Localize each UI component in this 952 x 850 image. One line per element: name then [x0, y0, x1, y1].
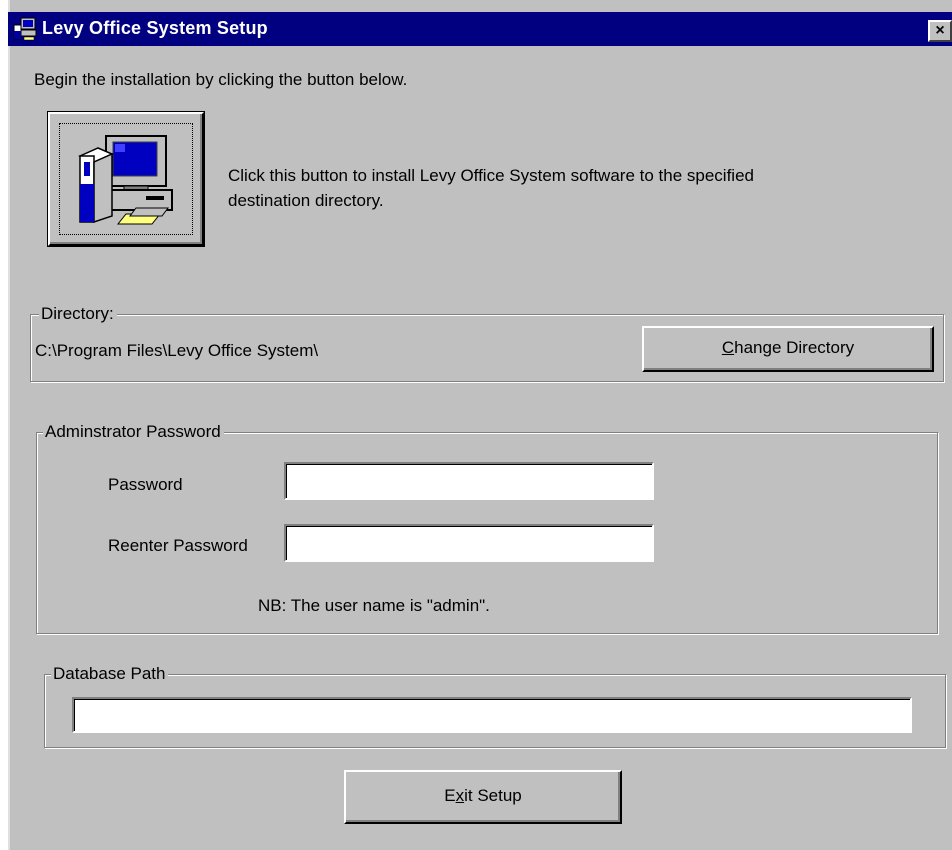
close-button[interactable]: ×: [928, 20, 952, 42]
change-directory-button[interactable]: Change Directory: [642, 326, 934, 372]
change-directory-mnemonic: C: [721, 338, 735, 357]
change-directory-label: hange Directory: [734, 338, 855, 357]
reenter-password-field[interactable]: [284, 524, 654, 562]
setup-window: Levy Office System Setup × Begin the ins…: [8, 0, 952, 850]
exit-setup-label-pre: E: [444, 786, 456, 805]
install-description-line2: destination directory.: [228, 191, 384, 210]
install-button[interactable]: [48, 112, 204, 246]
close-icon: ×: [935, 22, 945, 39]
window-title: Levy Office System Setup: [42, 18, 268, 38]
password-field[interactable]: [284, 462, 654, 500]
install-computer-icon: [78, 135, 173, 225]
setup-computer-icon: [12, 16, 38, 42]
directory-group-label: Directory:: [39, 304, 117, 324]
intro-text: Begin the installation by clicking the b…: [34, 70, 408, 89]
database-path-group-label: Database Path: [51, 664, 169, 684]
reenter-password-label: Reenter Password: [108, 536, 248, 555]
database-path-field[interactable]: [72, 697, 912, 733]
password-label: Password: [108, 475, 183, 494]
exit-setup-label: it Setup: [464, 786, 522, 805]
admin-password-group-label: Adminstrator Password: [43, 422, 224, 442]
install-description-line1: Click this button to install Levy Office…: [228, 166, 754, 185]
exit-setup-mnemonic: x: [455, 786, 465, 805]
title-bar[interactable]: Levy Office System Setup ×: [8, 12, 952, 46]
window-edge: [8, 0, 10, 850]
username-note: NB: The user name is "admin".: [258, 596, 490, 615]
directory-path: C:\Program Files\Levy Office System\: [35, 341, 319, 360]
exit-setup-button[interactable]: Exit Setup: [344, 770, 622, 824]
